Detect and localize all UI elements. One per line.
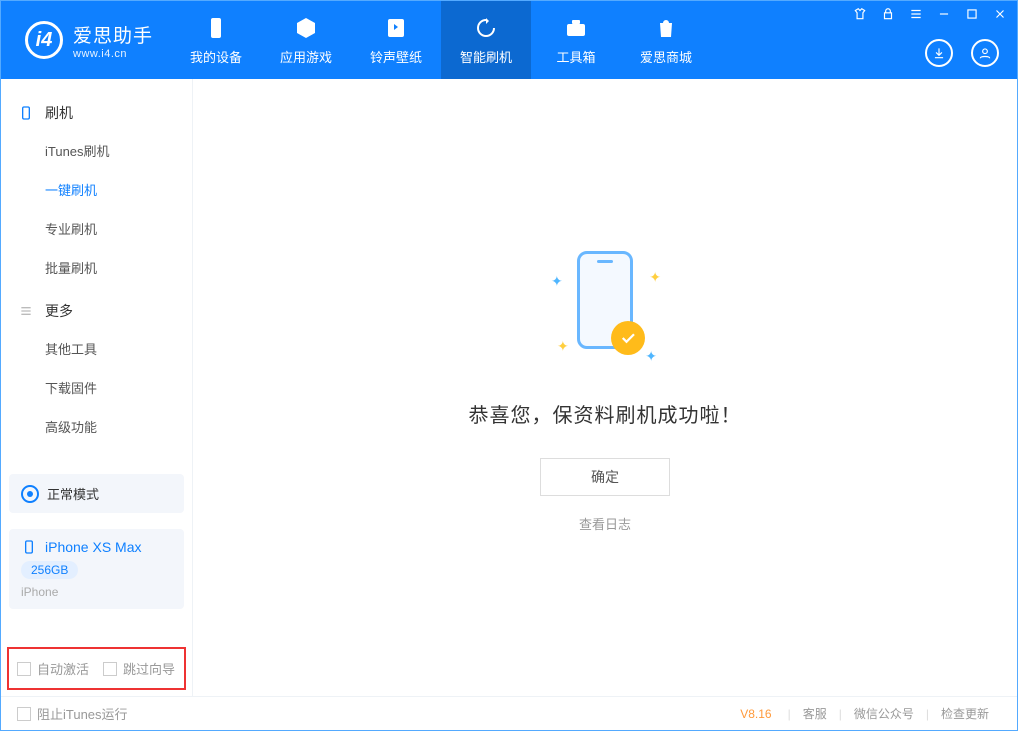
nav-my-device[interactable]: 我的设备 xyxy=(171,1,261,79)
device-type: iPhone xyxy=(21,585,172,599)
menu-icon[interactable] xyxy=(909,7,923,21)
footer-link-wechat[interactable]: 微信公众号 xyxy=(854,705,914,722)
nav-label: 我的设备 xyxy=(190,47,242,66)
sidebar: 刷机 iTunes刷机 一键刷机 专业刷机 批量刷机 更多 其他工具 下载固件 … xyxy=(1,79,193,696)
device-mode-box[interactable]: 正常模式 xyxy=(9,474,184,513)
app-url: www.i4.cn xyxy=(73,48,153,60)
checkbox-label: 阻止iTunes运行 xyxy=(37,704,128,723)
checkbox-auto-activate[interactable]: 自动激活 xyxy=(17,659,89,678)
music-icon xyxy=(383,15,409,41)
app-name: 爱思助手 xyxy=(73,21,153,48)
sidebar-group-more: 更多 其他工具 下载固件 高级功能 xyxy=(1,293,192,446)
checkbox-icon xyxy=(17,707,31,721)
check-badge-icon xyxy=(611,321,645,355)
lock-icon[interactable] xyxy=(881,7,895,21)
toolbox-icon xyxy=(563,15,589,41)
view-log-link[interactable]: 查看日志 xyxy=(579,514,631,533)
close-icon[interactable] xyxy=(993,7,1007,21)
sparkle-icon: ✦ xyxy=(557,338,569,355)
sidebar-item-pro-flash[interactable]: 专业刷机 xyxy=(1,209,192,248)
logo-icon: i4 xyxy=(25,21,63,59)
sidebar-item-advanced[interactable]: 高级功能 xyxy=(1,407,192,446)
sidebar-group-flash: 刷机 iTunes刷机 一键刷机 专业刷机 批量刷机 xyxy=(1,95,192,287)
checkbox-skip-guide[interactable]: 跳过向导 xyxy=(103,659,175,678)
bag-icon xyxy=(653,15,679,41)
user-icon[interactable] xyxy=(971,39,999,67)
nav-apps-games[interactable]: 应用游戏 xyxy=(261,1,351,79)
checkbox-label: 跳过向导 xyxy=(123,659,175,678)
minimize-icon[interactable] xyxy=(937,7,951,21)
checkbox-icon xyxy=(103,662,117,676)
separator: | xyxy=(926,707,929,721)
device-capacity: 256GB xyxy=(21,561,78,579)
nav-toolbox[interactable]: 工具箱 xyxy=(531,1,621,79)
logo[interactable]: i4 爱思助手 www.i4.cn xyxy=(1,1,171,79)
nav-smart-flash[interactable]: 智能刷机 xyxy=(441,1,531,79)
device-mode-label: 正常模式 xyxy=(47,484,99,503)
device-icon xyxy=(203,15,229,41)
footer-link-update[interactable]: 检查更新 xyxy=(941,705,989,722)
header-actions xyxy=(925,39,999,67)
checkbox-block-itunes[interactable]: 阻止iTunes运行 xyxy=(17,704,128,723)
sidebar-item-other-tools[interactable]: 其他工具 xyxy=(1,329,192,368)
success-message: 恭喜您，保资料刷机成功啦！ xyxy=(469,399,742,428)
sidebar-item-one-click-flash[interactable]: 一键刷机 xyxy=(1,170,192,209)
nav-label: 铃声壁纸 xyxy=(370,47,422,66)
nav-store[interactable]: 爱思商城 xyxy=(621,1,711,79)
body: 刷机 iTunes刷机 一键刷机 专业刷机 批量刷机 更多 其他工具 下载固件 … xyxy=(1,79,1017,696)
sidebar-item-download-firmware[interactable]: 下载固件 xyxy=(1,368,192,407)
version-label: V8.16 xyxy=(740,707,771,721)
separator: | xyxy=(839,707,842,721)
nav-label: 智能刷机 xyxy=(460,47,512,66)
sparkle-icon: ✦ xyxy=(649,269,661,286)
phone-icon xyxy=(17,104,35,122)
footer: 阻止iTunes运行 V8.16 | 客服 | 微信公众号 | 检查更新 xyxy=(1,696,1017,730)
phone-icon xyxy=(21,539,37,555)
download-icon[interactable] xyxy=(925,39,953,67)
menu-icon xyxy=(17,302,35,320)
header: i4 爱思助手 www.i4.cn 我的设备 应用游戏 铃声壁纸 智能刷机 工具… xyxy=(1,1,1017,79)
nav-label: 应用游戏 xyxy=(280,47,332,66)
sparkle-icon: ✦ xyxy=(645,348,657,365)
options-highlight-frame: 自动激活 跳过向导 xyxy=(7,647,186,690)
refresh-icon xyxy=(473,15,499,41)
sparkle-icon: ✦ xyxy=(551,273,563,290)
separator: | xyxy=(788,707,791,721)
main-content: ✦ ✦ ✦ ✦ 恭喜您，保资料刷机成功啦！ 确定 查看日志 xyxy=(193,79,1017,696)
nav-ringtone-wallpaper[interactable]: 铃声壁纸 xyxy=(351,1,441,79)
success-illustration: ✦ ✦ ✦ ✦ xyxy=(535,243,675,373)
shirt-icon[interactable] xyxy=(853,7,867,21)
sidebar-header-flash[interactable]: 刷机 xyxy=(1,95,192,131)
sidebar-item-batch-flash[interactable]: 批量刷机 xyxy=(1,248,192,287)
ok-button[interactable]: 确定 xyxy=(540,458,670,496)
sidebar-header-label: 更多 xyxy=(45,301,73,321)
top-nav: 我的设备 应用游戏 铃声壁纸 智能刷机 工具箱 爱思商城 xyxy=(171,1,711,79)
checkbox-icon xyxy=(17,662,31,676)
device-info-box[interactable]: iPhone XS Max 256GB iPhone xyxy=(9,529,184,609)
window-controls xyxy=(853,7,1007,21)
nav-label: 工具箱 xyxy=(557,47,596,66)
device-name: iPhone XS Max xyxy=(45,539,142,555)
cube-icon xyxy=(293,15,319,41)
checkbox-label: 自动激活 xyxy=(37,659,89,678)
sidebar-item-itunes-flash[interactable]: iTunes刷机 xyxy=(1,131,192,170)
maximize-icon[interactable] xyxy=(965,7,979,21)
sidebar-header-more[interactable]: 更多 xyxy=(1,293,192,329)
nav-label: 爱思商城 xyxy=(640,47,692,66)
sidebar-header-label: 刷机 xyxy=(45,103,73,123)
footer-link-support[interactable]: 客服 xyxy=(803,705,827,722)
mode-indicator-icon xyxy=(21,485,39,503)
